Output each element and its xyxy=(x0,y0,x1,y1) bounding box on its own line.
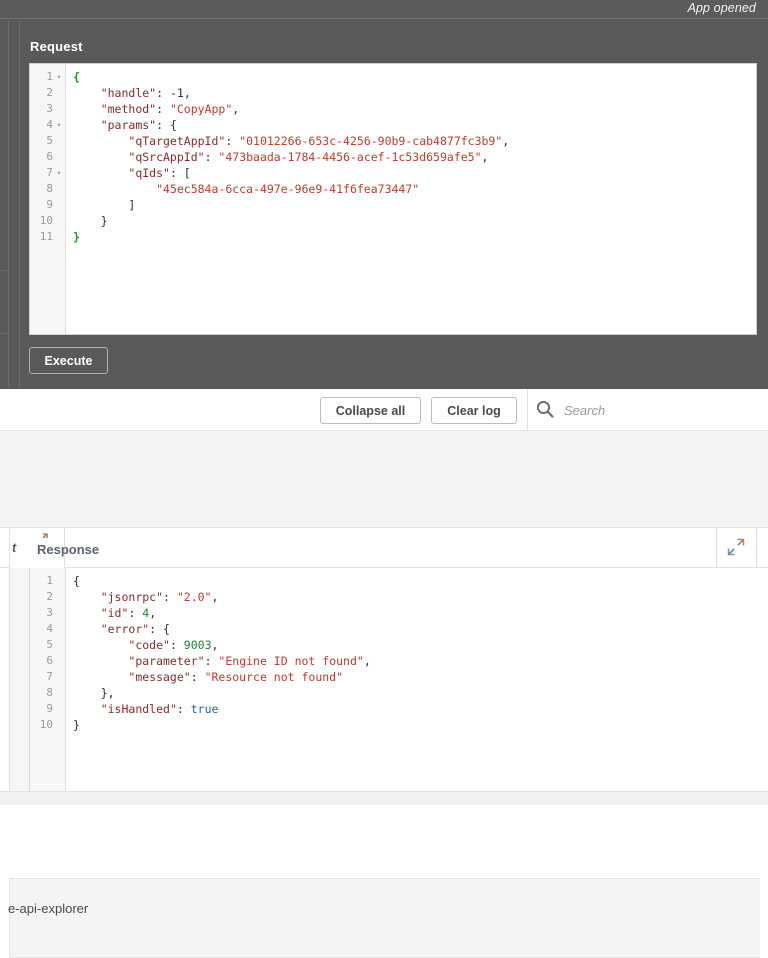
execute-button[interactable]: Execute xyxy=(29,347,108,374)
response-outer-left-gap xyxy=(0,568,9,791)
log-entry-band: e-api-explorer xyxy=(0,431,768,958)
response-line-number: 10 xyxy=(39,718,53,731)
status-bar: App opened xyxy=(0,0,768,19)
response-code-line: "jsonrpc": "2.0", xyxy=(100,590,219,604)
response-code-line: }, xyxy=(100,686,115,700)
request-gutter-lines: 1 ▾ 2 3 4 ▾ 5 6 7 ▾ 8 9 10 11 xyxy=(30,64,65,245)
request-code-line: } xyxy=(100,214,108,228)
response-line-number: 5 xyxy=(46,638,53,651)
response-left-label: t xyxy=(12,541,17,555)
request-line-number: 1 ▾ xyxy=(46,69,63,85)
request-line-number: 6 xyxy=(46,150,53,163)
request-code-line: { xyxy=(73,70,80,84)
request-line-number: 7 ▾ xyxy=(46,165,63,181)
response-code-line: { xyxy=(73,574,80,588)
response-code-editor[interactable]: 1 2 3 4 5 6 7 8 9 10 { "jsonrpc": "2.0", "id": 4,… xyxy=(29,568,768,791)
response-code-line: "message": "Resource not found" xyxy=(128,670,344,684)
response-code-line: "isHandled": true xyxy=(100,702,219,716)
request-line-number: 2 xyxy=(46,86,53,99)
code-fold-toggle-icon[interactable]: ▾ xyxy=(55,69,63,85)
code-fold-toggle-icon[interactable]: ▾ xyxy=(55,165,63,181)
left-panel-sliver xyxy=(0,20,9,389)
collapse-all-button[interactable]: Collapse all xyxy=(320,397,421,424)
response-gutter-lines: 1 2 3 4 5 6 7 8 9 10 xyxy=(30,568,65,733)
search-icon xyxy=(535,399,555,419)
response-code-line: "error": { xyxy=(100,622,170,636)
request-line-number: 10 xyxy=(39,214,53,227)
request-code-line: "handle": -1, xyxy=(100,86,191,100)
request-line-number: 8 xyxy=(46,182,53,195)
response-line-number: 6 xyxy=(46,654,53,667)
response-code-area[interactable]: { "jsonrpc": "2.0", "id": 4, "error": { … xyxy=(67,568,768,791)
request-code-line: "45ec584a-6cca-497e-96e9-41f6fea73447" xyxy=(156,182,420,196)
request-code-line: "params": { xyxy=(100,118,177,132)
request-line-number: 9 xyxy=(46,198,53,211)
response-header xyxy=(0,527,768,568)
sliver-divider-1 xyxy=(0,270,9,271)
request-code-area[interactable]: { "handle": -1, "method": "CopyApp", "pa… xyxy=(67,64,756,334)
response-line-number: 4 xyxy=(46,622,53,635)
request-code-line: "qIds": [ xyxy=(128,166,191,180)
request-code-line: "method": "CopyApp", xyxy=(100,102,240,116)
request-pane: App opened Request 1 ▾ 2 3 4 ▾ 5 6 7 ▾ 8 9 10 11 { "h… xyxy=(0,0,768,389)
response-title: Response xyxy=(37,542,100,557)
request-code-line: ] xyxy=(128,198,136,212)
request-code-lines: { "handle": -1, "method": "CopyApp", "pa… xyxy=(67,64,756,245)
log-entry-row[interactable]: e-api-explorer xyxy=(8,878,760,958)
request-line-number: 11 xyxy=(39,230,53,243)
request-code-line: } xyxy=(73,230,80,244)
response-code-line: "code": 9003, xyxy=(128,638,219,652)
request-title: Request xyxy=(30,39,83,54)
request-line-number: 3 xyxy=(46,102,53,115)
response-gutter: 1 2 3 4 5 6 7 8 9 10 xyxy=(30,568,66,791)
status-message: App opened xyxy=(687,1,756,15)
code-fold-toggle-icon[interactable]: ▾ xyxy=(55,117,63,133)
request-line-number: 5 xyxy=(46,134,53,147)
request-line-number: 4 ▾ xyxy=(46,117,63,133)
response-line-number: 2 xyxy=(46,590,53,603)
sliver-divider-2 xyxy=(0,333,9,334)
response-code-line: "id": 4, xyxy=(100,606,157,620)
breadcrumb: e-api-explorer xyxy=(8,901,89,916)
search-input[interactable] xyxy=(562,398,761,422)
response-code-line: } xyxy=(73,718,80,732)
request-gutter: 1 ▾ 2 3 4 ▾ 5 6 7 ▾ 8 9 10 11 xyxy=(30,64,66,334)
response-code-lines: { "jsonrpc": "2.0", "id": 4, "error": { … xyxy=(67,568,768,733)
engine-api-explorer-screen: App opened Request 1 ▾ 2 3 4 ▾ 5 6 7 ▾ 8 9 10 11 { "h… xyxy=(0,0,768,958)
response-code-line: "parameter": "Engine ID not found", xyxy=(128,654,371,668)
request-code-editor[interactable]: 1 ▾ 2 3 4 ▾ 5 6 7 ▾ 8 9 10 11 { "handle": -1, "method… xyxy=(29,63,757,335)
response-line-number: 7 xyxy=(46,670,53,683)
response-line-number: 8 xyxy=(46,686,53,699)
response-line-number: 1 xyxy=(46,574,53,587)
bottom-strip xyxy=(0,791,768,805)
clear-log-button[interactable]: Clear log xyxy=(431,397,517,424)
response-line-number: 9 xyxy=(46,702,53,715)
response-expand-cell[interactable] xyxy=(716,528,757,567)
response-line-number: 3 xyxy=(46,606,53,619)
request-pane-left-border xyxy=(19,20,20,389)
request-code-line: "qTargetAppId": "01012266-653c-4256-90b9… xyxy=(128,134,510,148)
request-code-line: "qSrcAppId": "473baada-1784-4456-acef-1c… xyxy=(128,150,489,164)
expand-arrows-icon[interactable] xyxy=(727,538,745,556)
search-separator xyxy=(527,389,528,431)
